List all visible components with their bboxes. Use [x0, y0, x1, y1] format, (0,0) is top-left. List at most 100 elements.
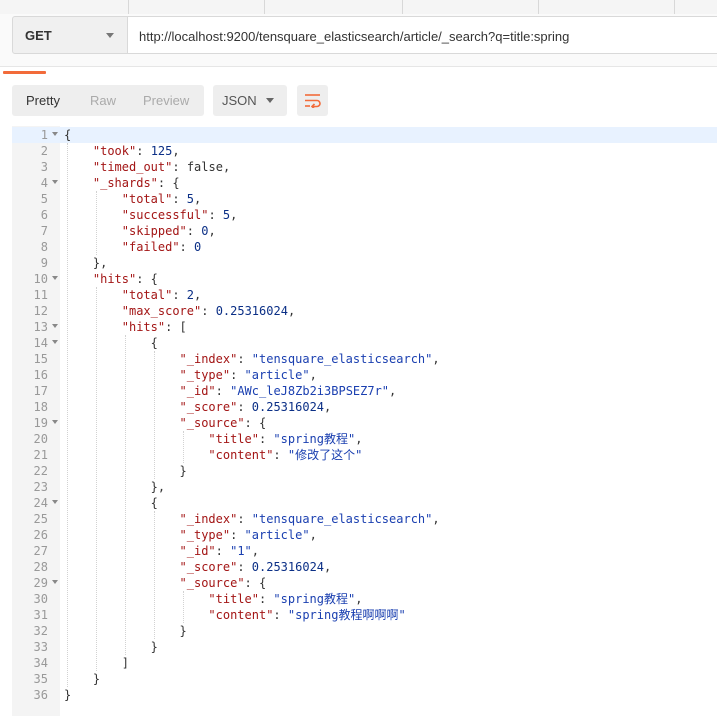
code-token: : — [237, 352, 252, 366]
code-token: false — [186, 160, 223, 174]
code-token: , — [324, 560, 332, 574]
method-select[interactable]: GET — [12, 16, 128, 54]
code-line: 4 "_shards": { — [12, 175, 717, 191]
code-token: "hits" — [92, 272, 137, 286]
fold-toggle-icon[interactable] — [52, 324, 58, 328]
wrap-lines-icon — [305, 94, 321, 108]
code-token: : — [273, 608, 288, 622]
code-text: "timed_out": false, — [93, 159, 230, 175]
fold-toggle-icon[interactable] — [52, 276, 58, 280]
code-line: 25 "_index": "tensquare_elasticsearch", — [12, 511, 717, 527]
code-token: "total" — [121, 288, 173, 302]
fold-toggle-icon[interactable] — [52, 340, 58, 344]
wrap-lines-button[interactable] — [297, 85, 328, 116]
code-text: } — [180, 463, 187, 479]
line-number: 9 — [40, 256, 48, 270]
code-token: : — [186, 224, 202, 238]
code-token: "spring教程" — [273, 432, 356, 446]
code-token: , — [355, 592, 363, 606]
code-text: } — [64, 687, 71, 703]
code-text: "title": "spring教程", — [208, 591, 362, 607]
line-number: 15 — [33, 352, 48, 366]
code-text: "_id": "1", — [180, 543, 260, 559]
code-line: 30 "title": "spring教程", — [12, 591, 717, 607]
code-token: "content" — [208, 448, 274, 462]
code-token: : — [237, 400, 252, 414]
indent-guide — [95, 191, 97, 255]
code-token: "AWc_leJ8Zb2i3BPSEZ7r" — [230, 384, 390, 398]
line-number: 21 — [33, 448, 48, 462]
code-line: 2 "took": 125, — [12, 143, 717, 159]
code-token: "spring教程啊啊啊" — [287, 608, 406, 622]
code-token: , — [230, 208, 238, 222]
url-input[interactable]: http://localhost:9200/tensquare_elastics… — [128, 16, 717, 54]
code-token: : { — [244, 416, 267, 430]
code-token: , — [172, 144, 180, 158]
request-tab-strip — [0, 0, 717, 15]
response-body-editor[interactable]: 1{2 "took": 125, 3 "timed_out": false, 4 "_sh… — [12, 126, 717, 716]
code-token: : — [136, 144, 151, 158]
code-token: "_source" — [179, 576, 245, 590]
line-number: 30 — [33, 592, 48, 606]
request-url-bar: GET http://localhost:9200/tensquare_elas… — [0, 14, 717, 67]
indent-guide — [182, 431, 184, 463]
line-number: 13 — [33, 320, 48, 334]
code-line: 32} — [12, 623, 717, 639]
code-token: : — [230, 528, 245, 542]
fold-toggle-icon[interactable] — [52, 500, 58, 504]
line-number: 18 — [33, 400, 48, 414]
code-token: "skipped" — [121, 224, 187, 238]
code-token: : — [172, 192, 187, 206]
code-text: "_type": "article", — [180, 527, 317, 543]
code-token: : — [230, 368, 245, 382]
code-token: } — [92, 672, 101, 686]
code-token: : — [237, 560, 252, 574]
code-token: 0.25316024 — [251, 400, 325, 414]
code-text: "_score": 0.25316024, — [180, 559, 332, 575]
tab-pretty[interactable]: Pretty — [26, 93, 60, 108]
code-text: "_shards": { — [93, 175, 180, 191]
code-text: "content": "spring教程啊啊啊" — [208, 607, 405, 623]
code-line: 35} — [12, 671, 717, 687]
code-token: "_index" — [179, 352, 238, 366]
code-token: "hits" — [121, 320, 166, 334]
code-token: "_id" — [179, 384, 216, 398]
indent-guide — [95, 287, 97, 671]
code-line: 16 "_type": "article", — [12, 367, 717, 383]
code-token: : — [201, 304, 216, 318]
code-line: 3 "timed_out": false, — [12, 159, 717, 175]
code-token: , — [309, 368, 317, 382]
code-token: : — [208, 208, 223, 222]
url-text: http://localhost:9200/tensquare_elastics… — [139, 29, 570, 44]
code-text: "title": "spring教程", — [208, 431, 362, 447]
code-token: : — [179, 240, 194, 254]
code-line: 24 { — [12, 495, 717, 511]
code-line: 1{ — [12, 127, 717, 143]
code-text: { — [151, 335, 158, 351]
code-text: "_index": "tensquare_elasticsearch", — [180, 351, 440, 367]
code-token: "_shards" — [92, 176, 158, 190]
method-label: GET — [25, 28, 52, 43]
code-text: "failed": 0 — [122, 239, 201, 255]
format-select[interactable]: JSON — [213, 85, 287, 116]
fold-toggle-icon[interactable] — [52, 420, 58, 424]
fold-toggle-icon[interactable] — [52, 580, 58, 584]
code-token: "_type" — [179, 528, 231, 542]
tab-raw[interactable]: Raw — [90, 93, 116, 108]
line-number: 36 — [33, 688, 48, 702]
code-text: "_id": "AWc_leJ8Zb2i3BPSEZ7r", — [180, 383, 397, 399]
indent-guide — [153, 351, 155, 479]
tab-preview[interactable]: Preview — [143, 93, 189, 108]
fold-toggle-icon[interactable] — [52, 180, 58, 184]
fold-toggle-icon[interactable] — [52, 132, 58, 136]
code-text: "_score": 0.25316024, — [180, 399, 332, 415]
code-token: "_index" — [179, 512, 238, 526]
line-number: 34 — [33, 656, 48, 670]
tab-separator — [538, 0, 539, 14]
code-text: "_source": { — [180, 575, 267, 591]
indent-guide — [124, 335, 126, 655]
code-token: "1" — [230, 544, 252, 558]
line-number: 24 — [33, 496, 48, 510]
code-text: "total": 2, — [122, 287, 202, 303]
code-token: { — [64, 128, 72, 142]
